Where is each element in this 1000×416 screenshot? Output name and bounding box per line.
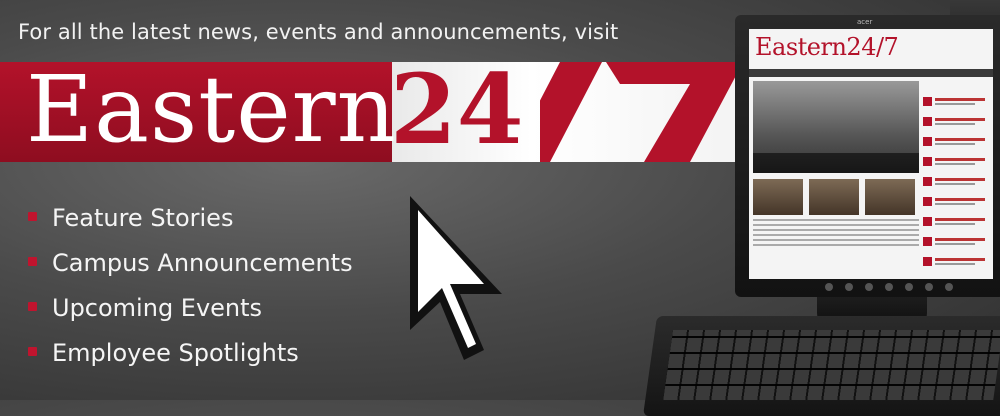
screen-sidebar-row	[923, 115, 989, 129]
monitor-brand: acer	[857, 18, 873, 26]
screen-sidebar-row	[923, 255, 989, 269]
screen-hero-caption	[753, 153, 919, 173]
feature-label: Feature Stories	[52, 204, 234, 232]
screen-nav-bar	[749, 69, 993, 77]
screen-sidebar-row	[923, 215, 989, 229]
feature-item: Employee Spotlights	[28, 333, 353, 378]
screen-text-lines	[753, 219, 919, 269]
screen-sidebar	[923, 81, 989, 271]
bullet-icon	[28, 347, 37, 356]
keyboard	[642, 316, 1000, 416]
screen-sidebar-row	[923, 155, 989, 169]
screen-sidebar-row	[923, 175, 989, 189]
feature-list: Feature Stories Campus Announcements Upc…	[28, 198, 353, 378]
eastern-24-7-banner[interactable]: For all the latest news, events and anno…	[0, 0, 1000, 416]
bullet-icon	[28, 302, 37, 311]
monitor-buttons	[805, 281, 985, 293]
arrow-cursor-icon	[410, 196, 502, 360]
feature-label: Campus Announcements	[52, 249, 353, 277]
screen-sidebar-row	[923, 135, 989, 149]
feature-label: Employee Spotlights	[52, 339, 299, 367]
monitor-screen: Eastern24/7	[749, 29, 993, 279]
monitor-mockup: acer Eastern24/7	[735, 15, 1000, 333]
screen-thumbnails	[753, 179, 919, 215]
keyboard-keys	[663, 330, 1000, 400]
feature-item: Campus Announcements	[28, 243, 353, 288]
feature-label: Upcoming Events	[52, 294, 263, 322]
feature-item: Feature Stories	[28, 198, 353, 243]
logo-number: 24	[390, 53, 524, 166]
screen-sidebar-row	[923, 95, 989, 109]
screen-sidebar-row	[923, 235, 989, 249]
screen-thumbnail	[809, 179, 859, 215]
tagline: For all the latest news, events and anno…	[18, 20, 619, 44]
bullet-icon	[28, 257, 37, 266]
logo-word: Eastern	[26, 56, 397, 163]
screen-thumbnail	[753, 179, 803, 215]
screen-thumbnail	[865, 179, 915, 215]
screen-logo: Eastern24/7	[755, 33, 899, 61]
bullet-icon	[28, 212, 37, 221]
screen-sidebar-row	[923, 195, 989, 209]
logo-slash-seven	[540, 62, 740, 162]
feature-item: Upcoming Events	[28, 288, 353, 333]
